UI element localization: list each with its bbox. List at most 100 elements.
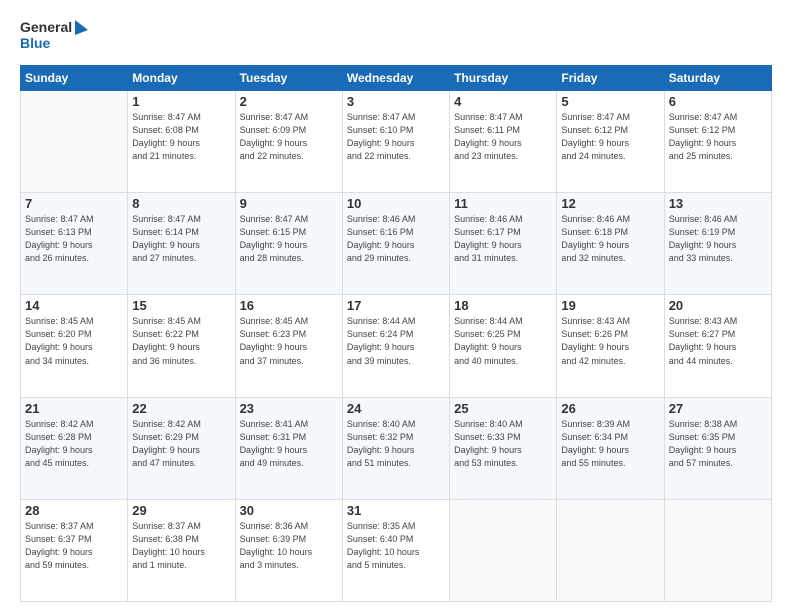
day-number: 16 — [240, 298, 338, 313]
day-info: Sunrise: 8:47 AMSunset: 6:14 PMDaylight:… — [132, 213, 230, 265]
day-cell: 11 Sunrise: 8:46 AMSunset: 6:17 PMDayligh… — [450, 193, 557, 295]
day-number: 15 — [132, 298, 230, 313]
day-cell: 13 Sunrise: 8:46 AMSunset: 6:19 PMDayligh… — [664, 193, 771, 295]
page-header: GeneralBlue — [20, 15, 772, 55]
day-info: Sunrise: 8:47 AMSunset: 6:11 PMDaylight:… — [454, 111, 552, 163]
day-info: Sunrise: 8:47 AMSunset: 6:13 PMDaylight:… — [25, 213, 123, 265]
day-cell: 7 Sunrise: 8:47 AMSunset: 6:13 PMDaylight… — [21, 193, 128, 295]
week-row-2: 7 Sunrise: 8:47 AMSunset: 6:13 PMDaylight… — [21, 193, 772, 295]
day-info: Sunrise: 8:47 AMSunset: 6:12 PMDaylight:… — [669, 111, 767, 163]
day-cell: 24 Sunrise: 8:40 AMSunset: 6:32 PMDayligh… — [342, 397, 449, 499]
week-row-1: 1Sunrise: 8:47 AMSunset: 6:08 PMDaylight… — [21, 91, 772, 193]
day-number: 30 — [240, 503, 338, 518]
day-info: Sunrise: 8:42 AMSunset: 6:29 PMDaylight:… — [132, 418, 230, 470]
day-cell — [664, 499, 771, 601]
day-info: Sunrise: 8:41 AMSunset: 6:31 PMDaylight:… — [240, 418, 338, 470]
day-number: 28 — [25, 503, 123, 518]
day-number: 7 — [25, 196, 123, 211]
day-info: Sunrise: 8:43 AMSunset: 6:26 PMDaylight:… — [561, 315, 659, 367]
day-number: 2 — [240, 94, 338, 109]
day-cell: 20 Sunrise: 8:43 AMSunset: 6:27 PMDayligh… — [664, 295, 771, 397]
day-info: Sunrise: 8:46 AMSunset: 6:17 PMDaylight:… — [454, 213, 552, 265]
day-cell: 2 Sunrise: 8:47 AMSunset: 6:09 PMDaylight… — [235, 91, 342, 193]
day-info: Sunrise: 8:45 AMSunset: 6:23 PMDaylight:… — [240, 315, 338, 367]
weekday-header-thursday: Thursday — [450, 66, 557, 91]
day-number: 11 — [454, 196, 552, 211]
day-cell: 9 Sunrise: 8:47 AMSunset: 6:15 PMDaylight… — [235, 193, 342, 295]
weekday-header-tuesday: Tuesday — [235, 66, 342, 91]
day-cell: 3 Sunrise: 8:47 AMSunset: 6:10 PMDaylight… — [342, 91, 449, 193]
day-cell: 28 Sunrise: 8:37 AMSunset: 6:37 PMDayligh… — [21, 499, 128, 601]
day-number: 9 — [240, 196, 338, 211]
day-cell: 31Sunrise: 8:35 AMSunset: 6:40 PMDayligh… — [342, 499, 449, 601]
day-cell: 5 Sunrise: 8:47 AMSunset: 6:12 PMDaylight… — [557, 91, 664, 193]
day-number: 27 — [669, 401, 767, 416]
day-number: 5 — [561, 94, 659, 109]
day-cell — [21, 91, 128, 193]
day-cell: 8Sunrise: 8:47 AMSunset: 6:14 PMDaylight… — [128, 193, 235, 295]
day-number: 3 — [347, 94, 445, 109]
week-row-3: 14Sunrise: 8:45 AMSunset: 6:20 PMDayligh… — [21, 295, 772, 397]
day-info: Sunrise: 8:47 AMSunset: 6:15 PMDaylight:… — [240, 213, 338, 265]
day-cell: 16 Sunrise: 8:45 AMSunset: 6:23 PMDayligh… — [235, 295, 342, 397]
day-cell: 23 Sunrise: 8:41 AMSunset: 6:31 PMDayligh… — [235, 397, 342, 499]
day-cell: 4Sunrise: 8:47 AMSunset: 6:11 PMDaylight… — [450, 91, 557, 193]
weekday-header-friday: Friday — [557, 66, 664, 91]
day-number: 13 — [669, 196, 767, 211]
day-info: Sunrise: 8:37 AMSunset: 6:37 PMDaylight:… — [25, 520, 123, 572]
day-number: 29 — [132, 503, 230, 518]
day-number: 17 — [347, 298, 445, 313]
day-number: 12 — [561, 196, 659, 211]
day-cell: 25 Sunrise: 8:40 AMSunset: 6:33 PMDayligh… — [450, 397, 557, 499]
week-row-4: 21 Sunrise: 8:42 AMSunset: 6:28 PMDayligh… — [21, 397, 772, 499]
day-cell: 14Sunrise: 8:45 AMSunset: 6:20 PMDayligh… — [21, 295, 128, 397]
day-info: Sunrise: 8:42 AMSunset: 6:28 PMDaylight:… — [25, 418, 123, 470]
day-info: Sunrise: 8:47 AMSunset: 6:09 PMDaylight:… — [240, 111, 338, 163]
day-info: Sunrise: 8:46 AMSunset: 6:16 PMDaylight:… — [347, 213, 445, 265]
day-cell: 18Sunrise: 8:44 AMSunset: 6:25 PMDayligh… — [450, 295, 557, 397]
day-info: Sunrise: 8:46 AMSunset: 6:19 PMDaylight:… — [669, 213, 767, 265]
day-info: Sunrise: 8:38 AMSunset: 6:35 PMDaylight:… — [669, 418, 767, 470]
day-number: 26 — [561, 401, 659, 416]
day-number: 25 — [454, 401, 552, 416]
weekday-header-monday: Monday — [128, 66, 235, 91]
day-number: 18 — [454, 298, 552, 313]
weekday-header-saturday: Saturday — [664, 66, 771, 91]
day-info: Sunrise: 8:47 AMSunset: 6:12 PMDaylight:… — [561, 111, 659, 163]
day-cell: 19Sunrise: 8:43 AMSunset: 6:26 PMDayligh… — [557, 295, 664, 397]
day-info: Sunrise: 8:44 AMSunset: 6:24 PMDaylight:… — [347, 315, 445, 367]
weekday-header-sunday: Sunday — [21, 66, 128, 91]
day-info: Sunrise: 8:39 AMSunset: 6:34 PMDaylight:… — [561, 418, 659, 470]
day-info: Sunrise: 8:43 AMSunset: 6:27 PMDaylight:… — [669, 315, 767, 367]
day-cell — [557, 499, 664, 601]
day-cell: 15Sunrise: 8:45 AMSunset: 6:22 PMDayligh… — [128, 295, 235, 397]
day-number: 22 — [132, 401, 230, 416]
calendar-table: SundayMondayTuesdayWednesdayThursdayFrid… — [20, 65, 772, 602]
day-info: Sunrise: 8:47 AMSunset: 6:10 PMDaylight:… — [347, 111, 445, 163]
day-number: 23 — [240, 401, 338, 416]
svg-text:General: General — [20, 19, 72, 35]
day-info: Sunrise: 8:35 AMSunset: 6:40 PMDaylight:… — [347, 520, 445, 572]
day-number: 10 — [347, 196, 445, 211]
day-info: Sunrise: 8:40 AMSunset: 6:32 PMDaylight:… — [347, 418, 445, 470]
day-cell: 30Sunrise: 8:36 AMSunset: 6:39 PMDayligh… — [235, 499, 342, 601]
weekday-header-row: SundayMondayTuesdayWednesdayThursdayFrid… — [21, 66, 772, 91]
day-cell: 22 Sunrise: 8:42 AMSunset: 6:29 PMDayligh… — [128, 397, 235, 499]
day-cell: 12 Sunrise: 8:46 AMSunset: 6:18 PMDayligh… — [557, 193, 664, 295]
day-number: 24 — [347, 401, 445, 416]
day-number: 21 — [25, 401, 123, 416]
day-info: Sunrise: 8:37 AMSunset: 6:38 PMDaylight:… — [132, 520, 230, 572]
day-cell: 27 Sunrise: 8:38 AMSunset: 6:35 PMDayligh… — [664, 397, 771, 499]
day-number: 20 — [669, 298, 767, 313]
day-info: Sunrise: 8:46 AMSunset: 6:18 PMDaylight:… — [561, 213, 659, 265]
day-cell: 6 Sunrise: 8:47 AMSunset: 6:12 PMDaylight… — [664, 91, 771, 193]
day-info: Sunrise: 8:40 AMSunset: 6:33 PMDaylight:… — [454, 418, 552, 470]
day-cell: 17 Sunrise: 8:44 AMSunset: 6:24 PMDayligh… — [342, 295, 449, 397]
calendar-page: GeneralBlue SundayMondayTuesdayWednesday… — [0, 0, 792, 612]
day-number: 1 — [132, 94, 230, 109]
day-cell: 26 Sunrise: 8:39 AMSunset: 6:34 PMDayligh… — [557, 397, 664, 499]
day-number: 14 — [25, 298, 123, 313]
day-number: 6 — [669, 94, 767, 109]
logo: GeneralBlue — [20, 15, 90, 55]
day-cell: 21 Sunrise: 8:42 AMSunset: 6:28 PMDayligh… — [21, 397, 128, 499]
